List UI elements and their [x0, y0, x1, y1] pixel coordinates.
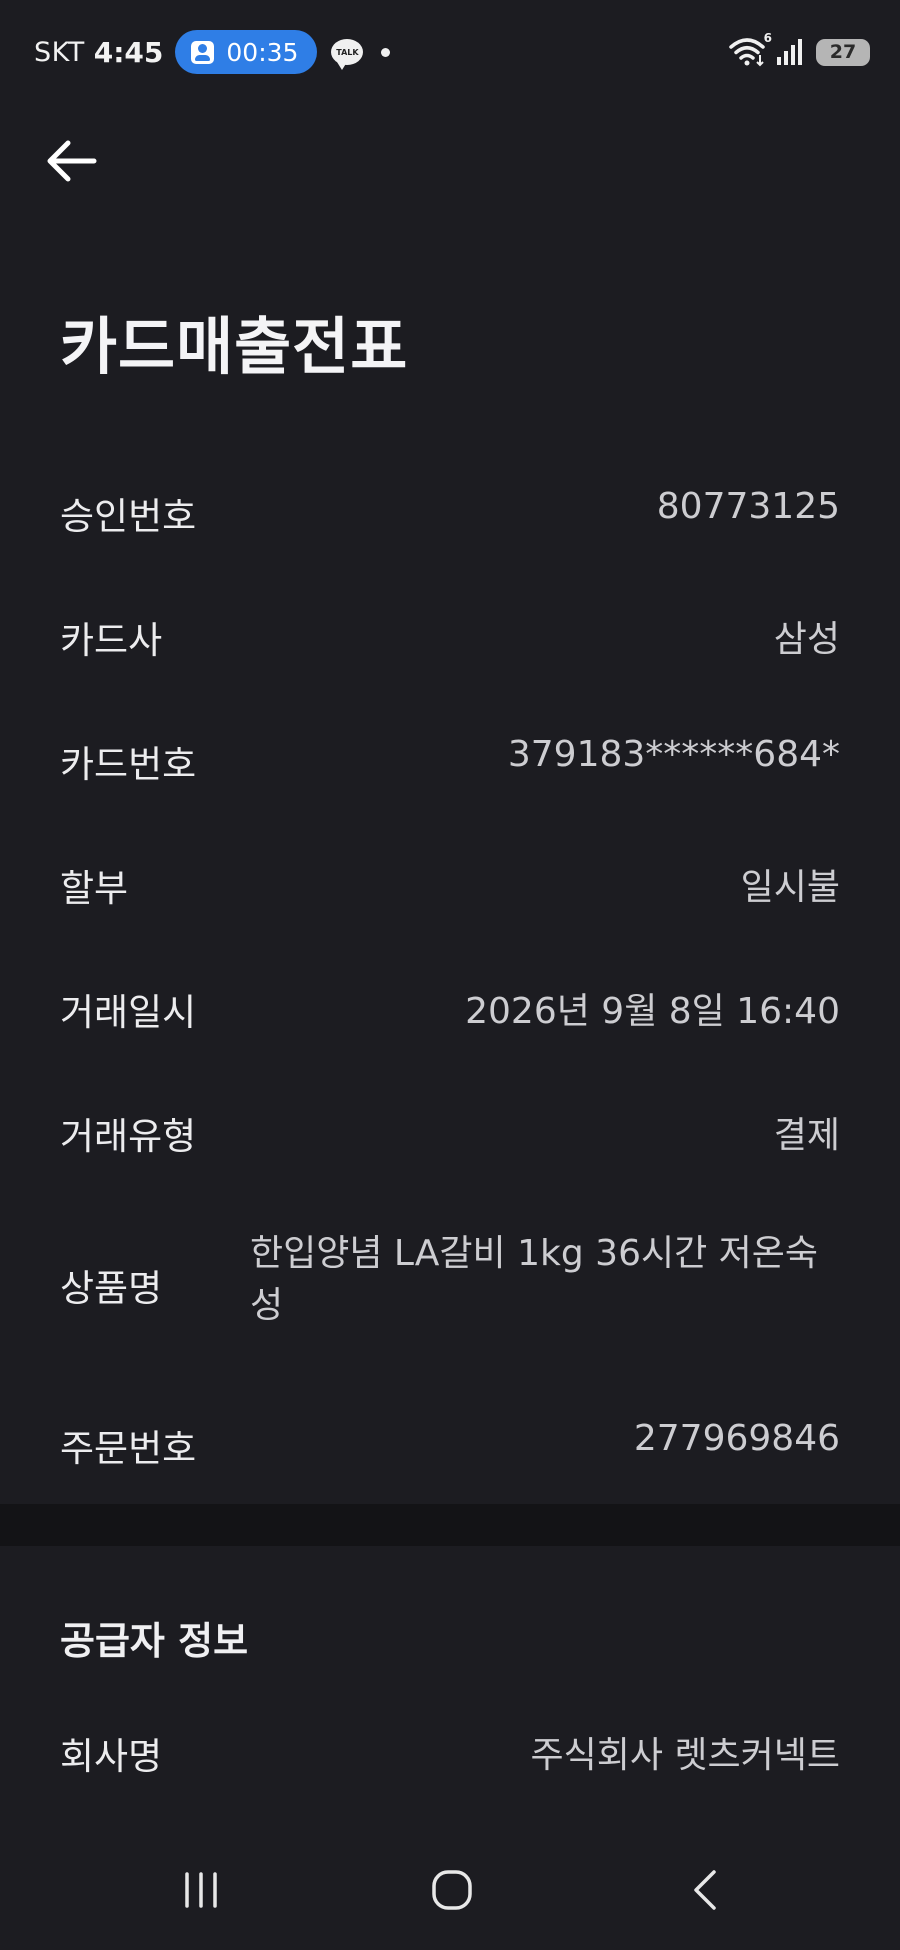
back-button[interactable]: [44, 136, 100, 186]
wifi-icon: 6: [727, 31, 772, 69]
card-number-label: 카드번호: [60, 743, 197, 786]
back-nav-icon: [694, 1870, 716, 1910]
order-number-value: 277969846: [633, 1418, 840, 1459]
card-company-label: 카드사: [60, 619, 163, 662]
company-name-row: 회사명 주식회사 렛츠커넥트: [60, 1726, 840, 1780]
card-number-row: 카드번호 379183******684*: [60, 734, 840, 788]
supplier-section-title: 공급자 정보: [60, 1619, 249, 1663]
approval-number-row: 승인번호 80773125: [60, 486, 840, 540]
signal-icon: [777, 39, 802, 65]
recents-button[interactable]: [141, 1830, 261, 1950]
approval-number-label: 승인번호: [60, 495, 197, 538]
installment-label: 할부: [60, 867, 129, 910]
call-timer-pill[interactable]: 00:35: [175, 30, 318, 74]
transaction-datetime-label: 거래일시: [60, 991, 197, 1034]
company-name-label: 회사명: [60, 1735, 163, 1778]
status-clock: 4:45: [93, 35, 164, 69]
transaction-datetime-row: 거래일시 2026년 9월 8일 16:40: [60, 982, 840, 1036]
company-name-value: 주식회사 렛츠커넥트: [530, 1735, 840, 1776]
transaction-type-row: 거래유형 결제: [60, 1106, 840, 1160]
person-icon: [191, 40, 215, 64]
battery-icon: 27: [816, 38, 870, 66]
wifi-label: 6: [763, 31, 772, 45]
page-title: 카드매출전표: [60, 310, 409, 383]
transaction-type-value: 결제: [773, 1115, 840, 1156]
product-name-row: 상품명 한입양념 LA갈비 1kg 36시간 저온숙성: [60, 1228, 840, 1332]
approval-number-value: 80773125: [656, 486, 840, 527]
transaction-datetime-value: 2026년 9월 8일 16:40: [465, 991, 840, 1032]
call-timer: 00:35: [226, 37, 299, 67]
installment-row: 할부 일시불: [60, 858, 840, 912]
home-button[interactable]: [392, 1830, 512, 1950]
installment-value: 일시불: [740, 867, 840, 908]
battery-level: 27: [829, 41, 857, 63]
product-name-value: 한입양념 LA갈비 1kg 36시간 저온숙성: [250, 1233, 819, 1326]
status-bar: SKT 4:45 00:35 TALK 6 27: [0, 0, 900, 108]
navigation-bar: [0, 1830, 900, 1950]
order-number-label: 주문번호: [60, 1427, 197, 1470]
card-company-value: 삼성: [773, 619, 840, 660]
card-number-value: 379183******684*: [507, 734, 840, 775]
back-nav-button[interactable]: [646, 1830, 766, 1950]
notification-dot-icon: [381, 47, 391, 57]
transaction-type-label: 거래유형: [60, 1115, 197, 1158]
order-number-row: 주문번호 277969846: [60, 1418, 840, 1472]
section-divider: [0, 1504, 900, 1546]
card-company-row: 카드사 삼성: [60, 610, 840, 664]
back-arrow-icon: [47, 140, 97, 182]
product-name-label: 상품명: [60, 1267, 163, 1310]
home-icon: [432, 1870, 472, 1910]
talk-icon: TALK: [331, 39, 364, 70]
recents-icon: [185, 1872, 217, 1908]
carrier-label: SKT: [34, 36, 85, 68]
talk-icon-label: TALK: [336, 47, 359, 57]
